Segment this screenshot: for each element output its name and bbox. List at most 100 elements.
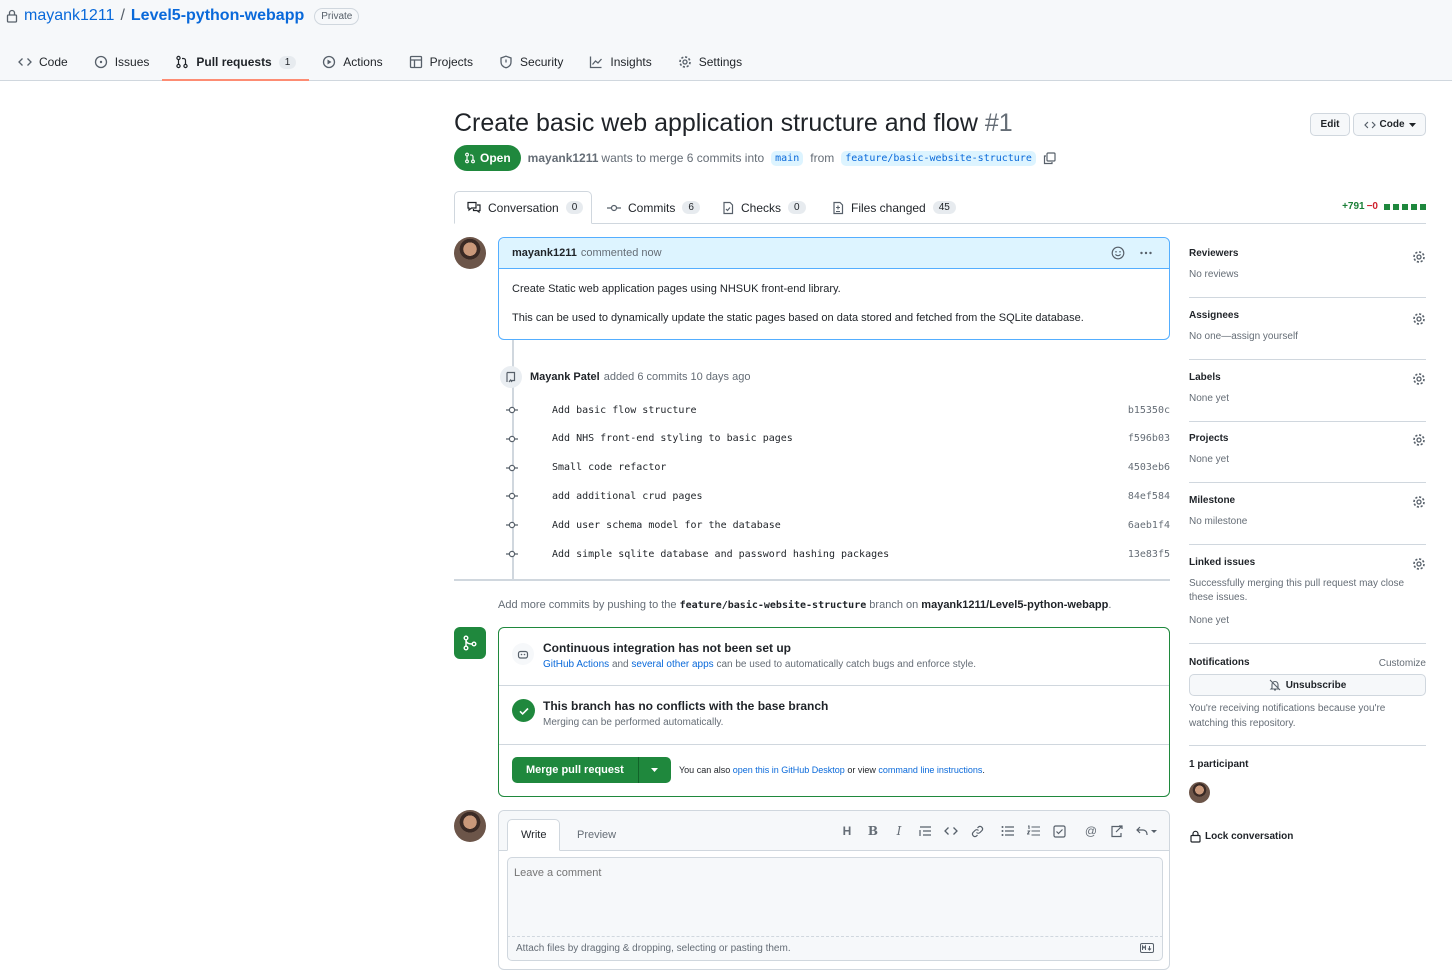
cross-reference-icon[interactable] <box>1109 823 1125 839</box>
unsubscribe-button[interactable]: Unsubscribe <box>1189 674 1426 696</box>
pr-description-comment: mayank1211 commented now Create Static w… <box>498 237 1170 340</box>
ci-robot-icon <box>512 643 534 665</box>
commit-sha[interactable]: 6aeb1f4 <box>1128 520 1170 531</box>
gear-icon[interactable] <box>1412 495 1426 509</box>
commit-message[interactable]: Add NHS front-end styling to basic pages <box>552 433 793 444</box>
avatar[interactable] <box>454 237 486 269</box>
italic-icon[interactable]: I <box>891 823 907 839</box>
ordered-list-icon[interactable] <box>1025 823 1041 839</box>
base-branch[interactable]: main <box>771 150 804 166</box>
nav-tab-settings[interactable]: Settings <box>665 44 755 80</box>
commit-message[interactable]: Add basic flow structure <box>552 405 697 416</box>
commit-message[interactable]: add additional crud pages <box>552 491 703 502</box>
heading-icon[interactable]: H <box>839 823 855 839</box>
sidebar-assignees: Assignees No one—assign yourself <box>1189 310 1426 360</box>
link-icon[interactable] <box>969 823 985 839</box>
tab-count: 0 <box>788 201 806 214</box>
gear-icon[interactable] <box>1412 557 1426 571</box>
repo-name-link[interactable]: Level5-python-webapp <box>131 7 304 25</box>
assignees-value[interactable]: No one—assign yourself <box>1189 330 1426 344</box>
tab-commits[interactable]: Commits 6 <box>595 191 712 224</box>
customize-link[interactable]: Customize <box>1379 658 1426 669</box>
tab-count: 45 <box>932 201 956 214</box>
commit-sha[interactable]: b15350c <box>1128 405 1170 416</box>
commit-sha[interactable]: 13e83f5 <box>1128 549 1170 560</box>
kebab-horizontal-icon[interactable] <box>1139 246 1153 260</box>
copy-icon[interactable] <box>1043 151 1056 165</box>
sidebar-linked-issues: Linked issues Successfully merging this … <box>1189 557 1426 644</box>
tab-preview[interactable]: Preview <box>564 819 629 851</box>
avatar[interactable] <box>1189 782 1210 803</box>
gear-icon[interactable] <box>1412 372 1426 386</box>
nav-tab-pull-requests[interactable]: Pull requests 1 <box>162 44 310 81</box>
smiley-icon[interactable] <box>1111 246 1125 260</box>
repo-nav: Code Issues Pull requests 1 Actions Proj… <box>0 44 755 81</box>
commit-sha[interactable]: 4503eb6 <box>1128 462 1170 473</box>
code-dropdown-button[interactable]: Code <box>1353 113 1426 136</box>
deletions-count: −0 <box>1366 201 1378 212</box>
commits-event-author[interactable]: Mayank Patel <box>530 371 600 383</box>
mention-icon[interactable]: @ <box>1083 823 1099 839</box>
lock-conversation-link[interactable]: Lock conversation <box>1190 830 1293 843</box>
nav-tab-issues[interactable]: Issues <box>81 44 163 80</box>
quote-icon[interactable] <box>917 823 933 839</box>
nav-tab-insights[interactable]: Insights <box>576 44 664 80</box>
tab-conversation[interactable]: Conversation 0 <box>454 191 592 224</box>
notifications-note: You're receiving notifications because y… <box>1189 703 1386 729</box>
tab-label: Conversation <box>488 200 559 215</box>
nav-tab-projects[interactable]: Projects <box>396 44 486 80</box>
sidebar-participants: 1 participant <box>1189 759 1248 803</box>
command-line-link[interactable]: command line instructions <box>878 765 982 775</box>
merge-pull-request-button[interactable]: Merge pull request <box>512 757 638 783</box>
head-branch[interactable]: feature/basic-website-structure <box>841 150 1036 166</box>
gear-icon[interactable] <box>1412 250 1426 264</box>
play-icon <box>322 55 336 69</box>
code-icon[interactable] <box>943 823 959 839</box>
commit-message[interactable]: Small code refactor <box>552 462 666 473</box>
commit-message[interactable]: Add user schema model for the database <box>552 520 781 531</box>
avatar[interactable] <box>454 810 486 842</box>
tab-write[interactable]: Write <box>507 819 561 851</box>
gear-icon[interactable] <box>1412 433 1426 447</box>
tab-label: Files changed <box>851 200 926 215</box>
edit-title-button[interactable]: Edit <box>1310 113 1350 136</box>
commit-row[interactable]: Add user schema model for the database 6a… <box>504 516 1172 534</box>
nav-tab-code[interactable]: Code <box>0 44 81 80</box>
repo-owner-link[interactable]: mayank1211 <box>24 7 114 25</box>
commit-message[interactable]: Add simple sqlite database and password … <box>552 549 889 560</box>
github-actions-link[interactable]: GitHub Actions <box>543 659 609 670</box>
gear-icon[interactable] <box>1412 312 1426 326</box>
commit-row[interactable]: Add NHS front-end styling to basic pages… <box>504 430 1172 448</box>
tab-count: 6 <box>682 201 700 214</box>
comment-author[interactable]: mayank1211 <box>512 247 577 259</box>
ci-rest: can be used to automatically catch bugs … <box>716 659 977 670</box>
commit-row[interactable]: Add simple sqlite database and password … <box>504 545 1172 563</box>
tab-files-changed[interactable]: Files changed 45 <box>820 191 968 224</box>
commit-sha[interactable]: f596b03 <box>1128 433 1170 444</box>
task-list-icon[interactable] <box>1051 823 1067 839</box>
commit-sha[interactable]: 84ef584 <box>1128 491 1170 502</box>
unordered-list-icon[interactable] <box>999 823 1015 839</box>
comment-textarea[interactable] <box>507 857 1163 937</box>
visibility-badge: Private <box>314 7 360 25</box>
nav-tab-security[interactable]: Security <box>486 44 576 80</box>
attach-files-bar[interactable]: Attach files by dragging & dropping, sel… <box>507 937 1163 961</box>
pr-author-link[interactable]: mayank1211 <box>528 151 599 165</box>
nav-tab-actions[interactable]: Actions <box>309 44 395 80</box>
commit-row[interactable]: Add basic flow structure b15350c <box>504 401 1172 419</box>
reply-icon[interactable] <box>1135 823 1159 839</box>
comment-header: mayank1211 commented now <box>499 238 1169 269</box>
github-desktop-link[interactable]: open this in GitHub Desktop <box>733 765 845 775</box>
issue-icon <box>94 55 108 69</box>
commits-event: Mayank Patel added 6 commits 10 days ago <box>500 366 750 388</box>
merge-method-dropdown[interactable] <box>637 757 671 783</box>
other-apps-link[interactable]: several other apps <box>631 659 713 670</box>
attach-text: Attach files by dragging & dropping, sel… <box>516 943 791 954</box>
commit-icon <box>505 519 519 531</box>
linked-issues-value: None yet <box>1189 615 1230 626</box>
commit-row[interactable]: Small code refactor 4503eb6 <box>504 459 1172 477</box>
bold-icon[interactable]: B <box>865 823 881 839</box>
ci-subtitle: GitHub Actions and several other apps ca… <box>543 659 976 670</box>
commit-row[interactable]: add additional crud pages 84ef584 <box>504 487 1172 505</box>
tab-checks[interactable]: Checks 0 <box>710 191 818 224</box>
